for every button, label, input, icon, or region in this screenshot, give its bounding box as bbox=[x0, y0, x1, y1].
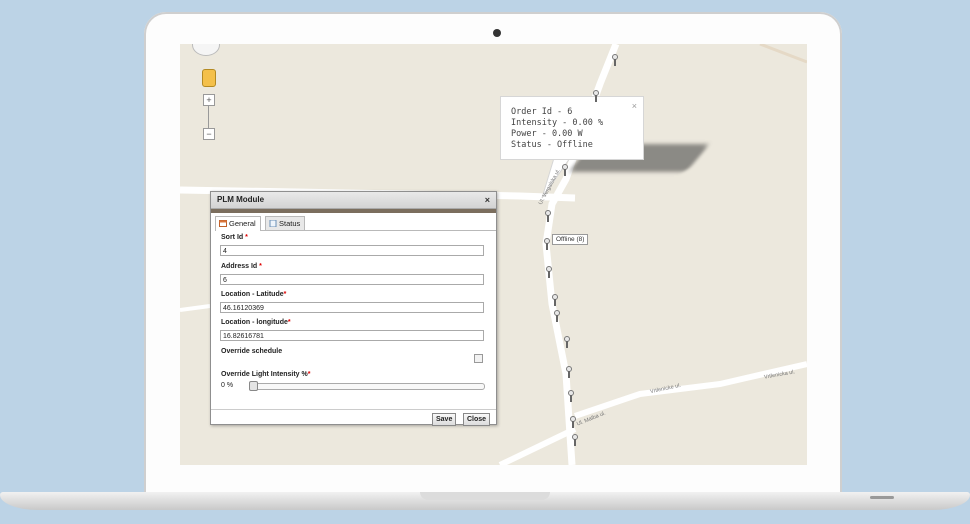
light-marker-icon[interactable] bbox=[554, 310, 560, 322]
tab-general-label: General bbox=[229, 219, 256, 228]
document-icon bbox=[269, 218, 277, 228]
intensity-slider-handle[interactable] bbox=[249, 381, 258, 391]
laptop-port bbox=[870, 496, 894, 499]
address-id-field[interactable]: 6 bbox=[220, 274, 484, 285]
camera-icon bbox=[493, 29, 501, 37]
override-schedule-label: Override schedule bbox=[221, 348, 283, 355]
tab-general[interactable]: General bbox=[215, 216, 261, 231]
info-intensity: Intensity - 0.00 % bbox=[511, 118, 604, 128]
address-id-label: Address Id * bbox=[221, 263, 262, 270]
light-marker-icon[interactable] bbox=[568, 390, 574, 402]
intensity-slider-track[interactable] bbox=[249, 383, 485, 390]
light-marker-icon[interactable] bbox=[566, 366, 572, 378]
dialog-close-icon[interactable]: × bbox=[485, 192, 490, 208]
override-intensity-label: Override Light Intensity %* bbox=[221, 371, 311, 378]
light-marker-icon[interactable] bbox=[545, 210, 551, 222]
info-window-close-icon[interactable]: × bbox=[632, 101, 637, 112]
info-order-id: Order Id - 6 bbox=[511, 107, 573, 117]
light-marker-icon[interactable] bbox=[552, 294, 558, 306]
zoom-in-button[interactable]: + bbox=[203, 94, 215, 106]
sort-id-field[interactable]: 4 bbox=[220, 245, 484, 256]
tab-status[interactable]: Status bbox=[265, 216, 306, 230]
light-marker-icon[interactable] bbox=[612, 54, 618, 66]
street-view-pegman-icon[interactable] bbox=[202, 69, 216, 87]
latitude-label: Location - Latitude* bbox=[221, 291, 287, 298]
dialog-tabs: General Status bbox=[215, 216, 496, 231]
tab-status-label: Status bbox=[279, 219, 301, 228]
save-button[interactable]: Save bbox=[432, 413, 457, 426]
intensity-value: 0 % bbox=[221, 382, 234, 389]
offline-count-label[interactable]: Offline (8) bbox=[552, 234, 589, 245]
road-northeast bbox=[759, 44, 807, 64]
close-button[interactable]: Close bbox=[463, 413, 491, 426]
map-screen[interactable]: + − × Order Id - 6 Intensity - 0.00 % Po… bbox=[180, 44, 807, 465]
road-east bbox=[574, 361, 807, 419]
info-power: Power - 0.00 W bbox=[511, 129, 583, 139]
longitude-field[interactable]: 16.82616781 bbox=[220, 330, 484, 341]
zoom-out-button[interactable]: − bbox=[203, 128, 215, 140]
sort-id-label: Sort Id * bbox=[221, 234, 248, 241]
dialog-title: PLM Module bbox=[217, 195, 265, 204]
light-marker-icon[interactable] bbox=[546, 266, 552, 278]
road-west-small bbox=[180, 304, 211, 312]
laptop-base-notch bbox=[420, 492, 550, 500]
light-marker-icon[interactable] bbox=[544, 238, 550, 250]
longitude-label: Location - longitude* bbox=[221, 319, 291, 326]
light-marker-icon[interactable] bbox=[572, 434, 578, 446]
dialog-header[interactable]: PLM Module × bbox=[211, 192, 496, 209]
info-status: Status - Offline bbox=[511, 140, 593, 150]
zoom-slider-track[interactable] bbox=[208, 106, 209, 128]
dialog-footer-divider bbox=[211, 409, 496, 410]
calendar-icon bbox=[219, 218, 227, 227]
info-window: × Order Id - 6 Intensity - 0.00 % Power … bbox=[500, 96, 644, 160]
road-southwest bbox=[498, 426, 577, 465]
latitude-field[interactable]: 46.16120369 bbox=[220, 302, 484, 313]
light-marker-icon[interactable] bbox=[593, 90, 599, 102]
light-marker-icon[interactable] bbox=[564, 336, 570, 348]
plm-module-dialog: PLM Module × General Status Sort Id * 4 … bbox=[210, 191, 497, 426]
dialog-divider-bar bbox=[211, 209, 496, 213]
override-schedule-checkbox[interactable] bbox=[474, 354, 483, 363]
light-marker-icon[interactable] bbox=[562, 164, 568, 176]
